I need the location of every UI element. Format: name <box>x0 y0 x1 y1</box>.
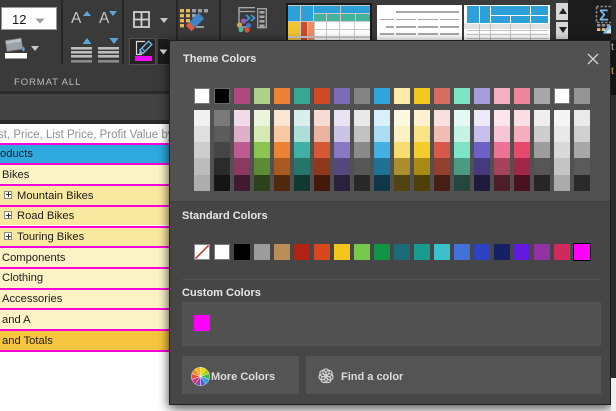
svg-text:Σ: Σ <box>599 8 609 25</box>
